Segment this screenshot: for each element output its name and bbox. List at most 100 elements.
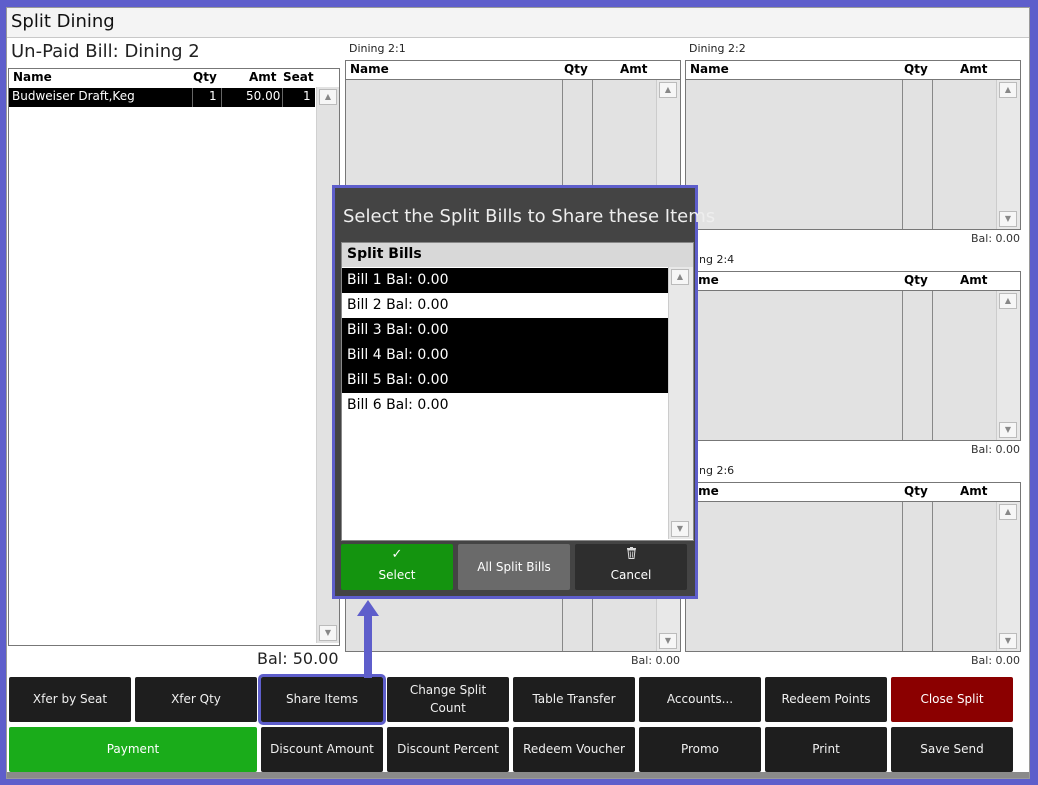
print-button[interactable]: Print <box>765 727 887 772</box>
column-qty: Qty <box>904 273 928 287</box>
select-label: Select <box>378 568 416 582</box>
scroll-up-icon[interactable]: ▲ <box>659 82 677 98</box>
payment-button[interactable]: Payment <box>9 727 257 772</box>
split-bills-list: Split Bills Bill 1 Bal: 0.00 Bill 2 Bal:… <box>341 242 694 541</box>
column-amt: Amt <box>620 62 648 76</box>
column-amt: Amt <box>960 62 988 76</box>
column-divider <box>902 80 903 229</box>
select-button[interactable]: ✓ Select <box>341 544 453 590</box>
callout-arrow <box>357 600 379 678</box>
save-send-button[interactable]: Save Send <box>891 727 1013 772</box>
split-panel-scrollbar[interactable]: ▲ ▼ <box>996 502 1020 651</box>
column-qty: Qty <box>193 70 217 84</box>
unpaid-table-header: Name Qty Amt Seat <box>9 69 315 87</box>
redeem-voucher-button[interactable]: Redeem Voucher <box>513 727 635 772</box>
unpaid-bill-title: Un-Paid Bill: Dining 2 <box>11 41 200 62</box>
scroll-down-icon[interactable]: ▼ <box>999 633 1017 649</box>
cancel-button[interactable]: Cancel <box>575 544 687 590</box>
split-panel-2-2[interactable]: Name Qty Amt ▲ ▼ <box>685 60 1021 230</box>
discount-percent-button[interactable]: Discount Percent <box>387 727 509 772</box>
split-balance-2-1: Bal: 0.00 <box>631 654 681 667</box>
column-divider <box>221 88 222 107</box>
title-bar: Split Dining <box>7 8 1029 38</box>
share-items-button[interactable]: Share Items <box>258 674 386 725</box>
scroll-down-icon[interactable]: ▼ <box>999 211 1017 227</box>
scroll-up-icon[interactable]: ▲ <box>671 269 689 285</box>
column-amt: Amt <box>249 70 277 84</box>
accounts-button[interactable]: Accounts... <box>639 677 761 722</box>
list-item[interactable]: Bill 5 Bal: 0.00 <box>342 368 669 393</box>
column-amt: Amt <box>960 484 988 498</box>
dialog-scrollbar[interactable]: ▲ ▼ <box>668 267 693 539</box>
bottom-strip <box>7 772 1029 778</box>
cancel-label: Cancel <box>610 568 652 582</box>
list-item[interactable]: Bill 2 Bal: 0.00 <box>342 293 669 318</box>
split-panel-header: ame Qty Amt <box>686 483 1020 502</box>
column-qty: Qty <box>904 62 928 76</box>
change-split-count-button[interactable]: Change Split Count <box>387 677 509 722</box>
column-divider <box>902 502 903 651</box>
list-item[interactable]: Bill 6 Bal: 0.00 <box>342 393 669 418</box>
list-item-label: Bill 1 Bal: 0.00 <box>347 272 449 288</box>
discount-amount-button[interactable]: Discount Amount <box>261 727 383 772</box>
list-header-label: Split Bills <box>347 246 422 262</box>
list-item-label: Bill 3 Bal: 0.00 <box>347 322 449 338</box>
scroll-up-icon[interactable]: ▲ <box>999 293 1017 309</box>
item-qty: 1 <box>209 89 217 103</box>
unpaid-balance: Bal: 50.00 <box>257 649 339 668</box>
list-item[interactable]: Bill 1 Bal: 0.00 <box>342 268 669 293</box>
promo-button[interactable]: Promo <box>639 727 761 772</box>
item-amt: 50.00 <box>246 89 281 103</box>
split-panel-2-6[interactable]: ame Qty Amt ▲ ▼ <box>685 482 1021 652</box>
scroll-up-icon[interactable]: ▲ <box>999 504 1017 520</box>
split-panel-2-4[interactable]: ame Qty Amt ▲ ▼ <box>685 271 1021 441</box>
item-name: Budweiser Draft,Keg <box>12 89 135 103</box>
column-divider <box>932 80 933 229</box>
split-balance-2-2: Bal: 0.00 <box>971 232 1021 245</box>
split-panel-header: ame Qty Amt <box>686 272 1020 291</box>
checkmark-icon: ✓ <box>391 547 403 562</box>
list-item-label: Bill 6 Bal: 0.00 <box>347 397 449 413</box>
split-panel-header: Name Qty Amt <box>346 61 680 80</box>
column-qty: Qty <box>564 62 588 76</box>
split-label-2-1: Dining 2:1 <box>349 42 406 55</box>
close-split-button[interactable]: Close Split <box>891 677 1013 722</box>
column-divider <box>932 291 933 440</box>
column-seat: Seat <box>283 70 314 84</box>
list-item-label: Bill 5 Bal: 0.00 <box>347 372 449 388</box>
window-title: Split Dining <box>11 11 115 32</box>
item-seat: 1 <box>303 89 311 103</box>
column-name: Name <box>13 70 52 84</box>
share-items-dialog: Select the Split Bills to Share these It… <box>332 185 715 599</box>
scroll-down-icon[interactable]: ▼ <box>999 422 1017 438</box>
split-label-2-2: Dining 2:2 <box>689 42 746 55</box>
column-name: Name <box>690 62 729 76</box>
table-row[interactable]: Budweiser Draft,Keg 1 50.00 1 <box>9 88 315 107</box>
scroll-up-icon[interactable]: ▲ <box>319 89 337 105</box>
xfer-qty-button[interactable]: Xfer Qty <box>135 677 257 722</box>
trash-icon <box>575 547 687 563</box>
column-divider <box>902 291 903 440</box>
split-panel-scrollbar[interactable]: ▲ ▼ <box>996 80 1020 229</box>
dialog-title: Select the Split Bills to Share these It… <box>343 206 716 227</box>
xfer-by-seat-button[interactable]: Xfer by Seat <box>9 677 131 722</box>
list-item[interactable]: Bill 4 Bal: 0.00 <box>342 343 669 368</box>
scroll-down-icon[interactable]: ▼ <box>659 633 677 649</box>
column-qty: Qty <box>904 484 928 498</box>
column-divider <box>932 502 933 651</box>
column-divider <box>192 88 193 107</box>
split-bills-header: Split Bills <box>342 243 693 267</box>
scroll-down-icon[interactable]: ▼ <box>671 521 689 537</box>
list-item-label: Bill 2 Bal: 0.00 <box>347 297 449 313</box>
all-split-bills-button[interactable]: All Split Bills <box>458 544 570 590</box>
split-panel-scrollbar[interactable]: ▲ ▼ <box>996 291 1020 440</box>
redeem-points-button[interactable]: Redeem Points <box>765 677 887 722</box>
table-transfer-button[interactable]: Table Transfer <box>513 677 635 722</box>
list-item[interactable]: Bill 3 Bal: 0.00 <box>342 318 669 343</box>
column-name: Name <box>350 62 389 76</box>
scroll-up-icon[interactable]: ▲ <box>999 82 1017 98</box>
split-balance-2-6: Bal: 0.00 <box>971 654 1021 667</box>
split-balance-2-4: Bal: 0.00 <box>971 443 1021 456</box>
scroll-down-icon[interactable]: ▼ <box>319 625 337 641</box>
unpaid-items-table: Name Qty Amt Seat Budweiser Draft,Keg 1 … <box>8 68 340 646</box>
